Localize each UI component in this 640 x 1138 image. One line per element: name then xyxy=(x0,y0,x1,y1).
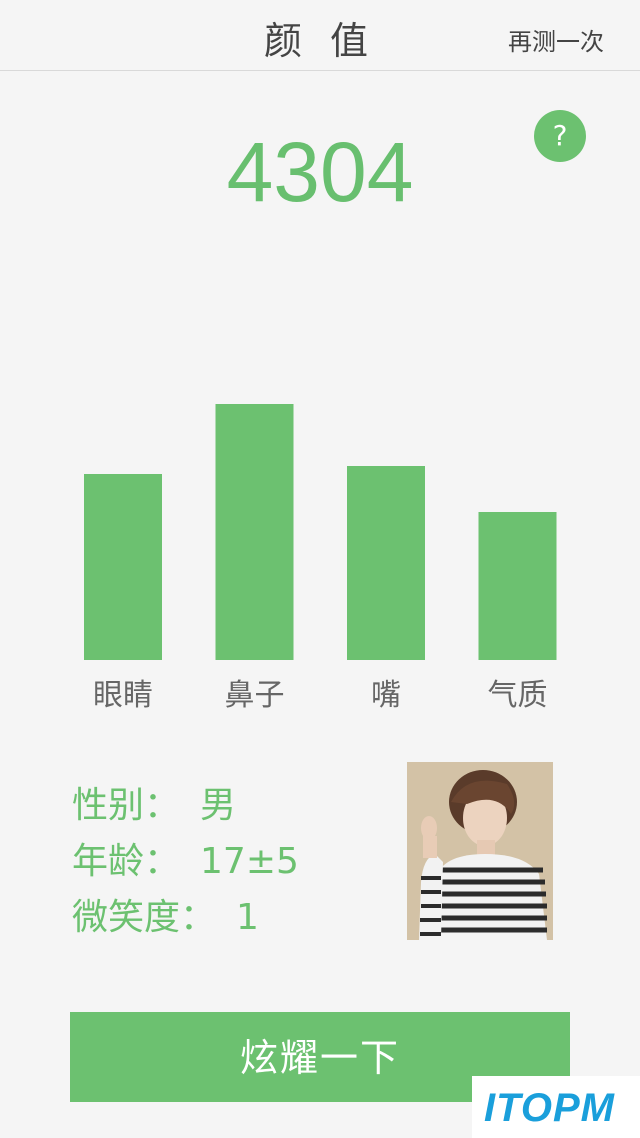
age-row: 年龄： 17±5 xyxy=(72,832,299,884)
bar-2 xyxy=(215,404,294,660)
bar-label-4: 气质 xyxy=(488,678,548,713)
age-label: 年龄： xyxy=(72,841,181,882)
bar-1 xyxy=(84,474,162,660)
smile-label: 微笑度： xyxy=(72,897,217,938)
gender-value: 男 xyxy=(200,785,237,826)
gender-label: 性别： xyxy=(72,785,181,826)
age-value: 17±5 xyxy=(200,841,299,882)
user-photo xyxy=(407,762,553,940)
gender-row: 性别： 男 xyxy=(72,776,236,828)
feature-bar-chart: 眼睛 鼻子 嘴 气质 xyxy=(84,404,557,713)
bar-label-1: 眼睛 xyxy=(93,678,153,713)
portrait-image xyxy=(407,762,553,940)
watermark-logo: ITOPM xyxy=(472,1076,640,1138)
bar-label-3: 嘴 xyxy=(371,678,401,713)
bar-label-2: 鼻子 xyxy=(225,678,285,713)
smile-value: 1 xyxy=(236,897,259,938)
smile-row: 微笑度： 1 xyxy=(72,888,259,940)
watermark-text: ITOPM xyxy=(484,1086,615,1130)
bar-3 xyxy=(347,466,425,660)
bar-4 xyxy=(478,512,557,660)
